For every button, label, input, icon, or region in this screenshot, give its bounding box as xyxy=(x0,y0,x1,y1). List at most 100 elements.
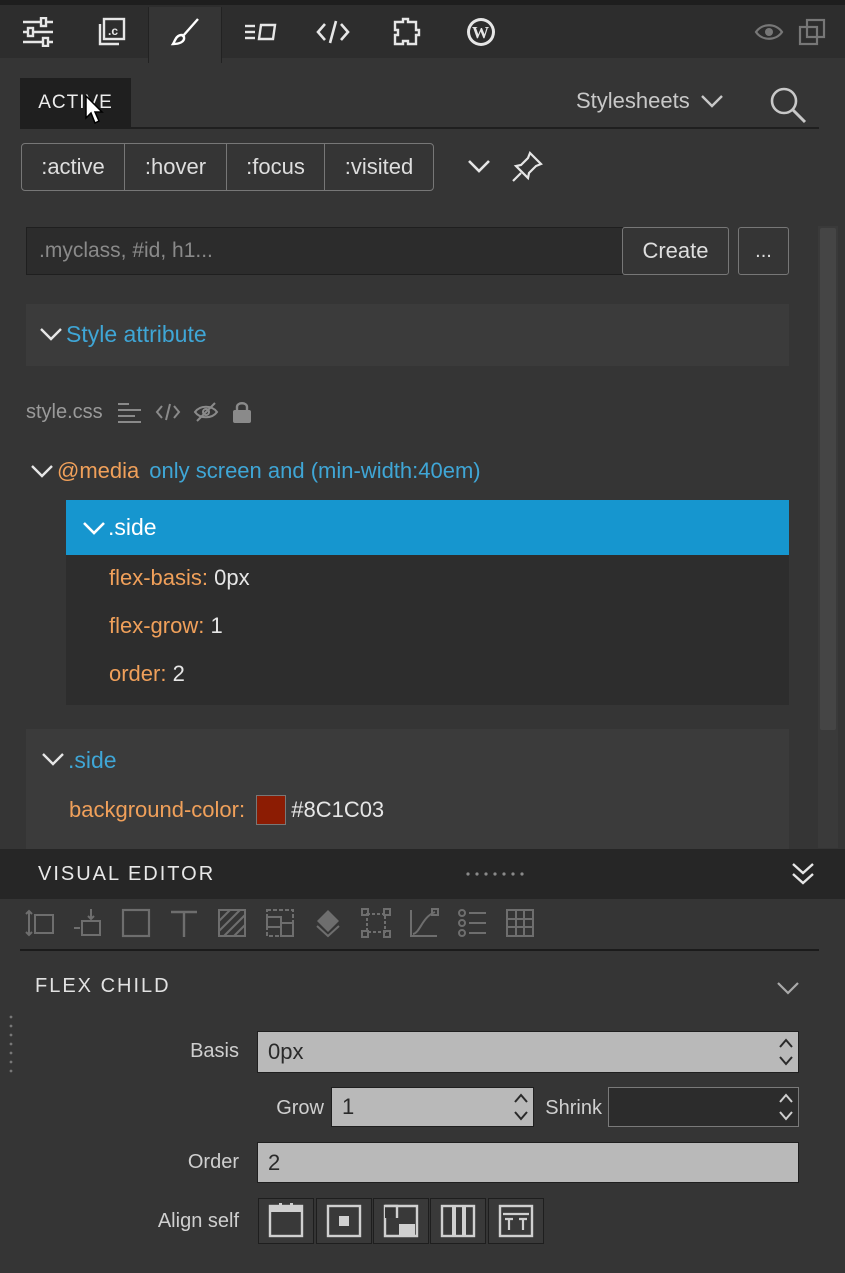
chevron-down-icon[interactable] xyxy=(775,979,801,997)
spacing-icon[interactable] xyxy=(24,905,58,941)
flex-child-title[interactable]: FLEX CHILD xyxy=(35,975,171,998)
chevron-down-icon xyxy=(31,465,53,478)
order-input[interactable]: 2 xyxy=(257,1142,799,1183)
list-icon[interactable] xyxy=(455,905,489,941)
order-value: 2 xyxy=(268,1149,281,1175)
stylesheets-dropdown[interactable]: Stylesheets xyxy=(576,88,724,114)
stepper-icon[interactable] xyxy=(513,1089,529,1125)
eye-icon[interactable] xyxy=(745,12,793,52)
code-icon[interactable] xyxy=(309,12,357,52)
svg-text:W: W xyxy=(472,23,489,42)
basis-label: Basis xyxy=(190,1040,239,1062)
grow-label: Grow xyxy=(276,1097,324,1119)
chevron-down-icon xyxy=(42,753,64,766)
rule-side[interactable]: .side background-color: #8C1C03 xyxy=(26,729,789,869)
align-baseline-icon[interactable] xyxy=(488,1198,544,1244)
format-lines-icon[interactable] xyxy=(117,401,143,423)
sliders-icon[interactable] xyxy=(14,12,62,52)
chevron-down-icon xyxy=(700,95,723,108)
stepper-icon[interactable] xyxy=(778,1034,794,1070)
stylesheet-filename[interactable]: style.css xyxy=(26,401,103,424)
more-button[interactable]: ... xyxy=(738,227,789,275)
drag-handle-icon[interactable] xyxy=(8,1014,14,1080)
color-swatch[interactable] xyxy=(256,795,287,825)
transition-icon[interactable] xyxy=(407,905,441,941)
stepper-icon[interactable] xyxy=(778,1089,794,1125)
eye-hidden-icon[interactable] xyxy=(193,401,219,423)
search-icon[interactable] xyxy=(768,85,808,125)
position-icon[interactable] xyxy=(71,905,105,941)
media-rule-row[interactable]: @media only screen and (min-width:40em) xyxy=(30,458,481,484)
selector-input[interactable]: .myclass, #id, h1... xyxy=(26,227,623,275)
basis-value: 0px xyxy=(268,1039,304,1064)
text-icon[interactable] xyxy=(167,905,201,941)
rule-selector: .side xyxy=(68,747,117,773)
pin-icon[interactable] xyxy=(510,150,544,184)
stylesheet-row: style.css xyxy=(26,396,253,428)
border-icon[interactable] xyxy=(119,905,153,941)
css-property-row[interactable]: flex-grow: 1 xyxy=(109,613,223,639)
align-end-icon[interactable] xyxy=(373,1198,429,1244)
rule-side-selected[interactable]: .side xyxy=(66,500,789,555)
property-value: 2 xyxy=(172,661,185,686)
pseudo-hover-button[interactable]: :hover xyxy=(125,144,227,190)
style-attribute-block[interactable]: Style attribute xyxy=(26,304,789,366)
pseudo-active-button[interactable]: :active xyxy=(22,144,125,190)
mouse-cursor-icon xyxy=(85,94,104,125)
stylesheets-label: Stylesheets xyxy=(576,88,690,113)
media-query: only screen and (min-width:40em) xyxy=(149,458,481,483)
pseudo-focus-button[interactable]: :focus xyxy=(227,144,325,190)
shrink-label: Shrink xyxy=(545,1097,602,1119)
media-keyword: @media xyxy=(57,458,140,483)
background-icon[interactable] xyxy=(215,905,249,941)
tab-active[interactable]: ACTIVE xyxy=(20,78,131,128)
chevron-down-icon xyxy=(40,328,62,341)
layout-icon[interactable] xyxy=(263,905,297,941)
property-name: flex-grow xyxy=(109,613,199,638)
align-stretch-icon[interactable] xyxy=(430,1198,486,1244)
property-value: 1 xyxy=(210,613,223,638)
property-value: 0px xyxy=(214,565,250,590)
drag-handle-icon[interactable] xyxy=(465,871,529,877)
collapse-icon[interactable] xyxy=(790,860,816,888)
property-name: flex-basis xyxy=(109,565,202,590)
css-property-row[interactable]: background-color: #8C1C03 xyxy=(69,795,384,825)
grow-input[interactable]: 1 xyxy=(331,1087,534,1127)
style-attribute-label: Style attribute xyxy=(66,321,207,347)
css-property-row[interactable]: flex-basis: 0px xyxy=(109,565,250,591)
property-value: #8C1C03 xyxy=(291,797,385,822)
css-property-row[interactable]: order: 2 xyxy=(109,661,185,687)
svg-text:.c: .c xyxy=(108,24,118,38)
create-button[interactable]: Create xyxy=(622,227,729,275)
list-box-icon[interactable] xyxy=(236,12,284,52)
property-name: order xyxy=(109,661,161,686)
table-icon[interactable] xyxy=(503,905,537,941)
align-start-icon[interactable] xyxy=(258,1198,314,1244)
rule-selector: .side xyxy=(108,514,157,540)
align-self-label: Align self xyxy=(157,1210,239,1232)
chevron-down-icon[interactable] xyxy=(466,158,492,176)
pseudo-visited-button[interactable]: :visited xyxy=(325,144,433,190)
transform-icon[interactable] xyxy=(359,905,393,941)
selector-placeholder: .myclass, #id, h1... xyxy=(39,239,213,262)
copy-class-icon[interactable]: .c xyxy=(87,12,135,52)
basis-input[interactable]: 0px xyxy=(257,1031,799,1073)
align-center-icon[interactable] xyxy=(316,1198,372,1244)
wordpress-icon[interactable]: W xyxy=(457,12,505,52)
layers-icon[interactable] xyxy=(311,905,345,941)
grow-value: 1 xyxy=(342,1094,355,1119)
chevron-down-icon xyxy=(83,521,105,535)
puzzle-icon[interactable] xyxy=(383,12,431,52)
visual-editor-header[interactable]: VISUAL EDITOR xyxy=(0,849,845,899)
rule-side-properties: flex-basis: 0px flex-grow: 1 order: 2 xyxy=(66,555,789,705)
code-icon[interactable] xyxy=(155,401,181,423)
windows-icon[interactable] xyxy=(788,12,836,52)
property-name: background-color xyxy=(69,797,239,822)
visual-editor-title: VISUAL EDITOR xyxy=(38,863,216,885)
shrink-input[interactable] xyxy=(608,1087,799,1127)
lock-icon[interactable] xyxy=(231,400,253,424)
scrollbar-thumb[interactable] xyxy=(820,228,836,730)
top-toolbar: .c W xyxy=(0,0,845,63)
tab-underline xyxy=(20,127,819,129)
brush-icon[interactable] xyxy=(161,12,209,52)
